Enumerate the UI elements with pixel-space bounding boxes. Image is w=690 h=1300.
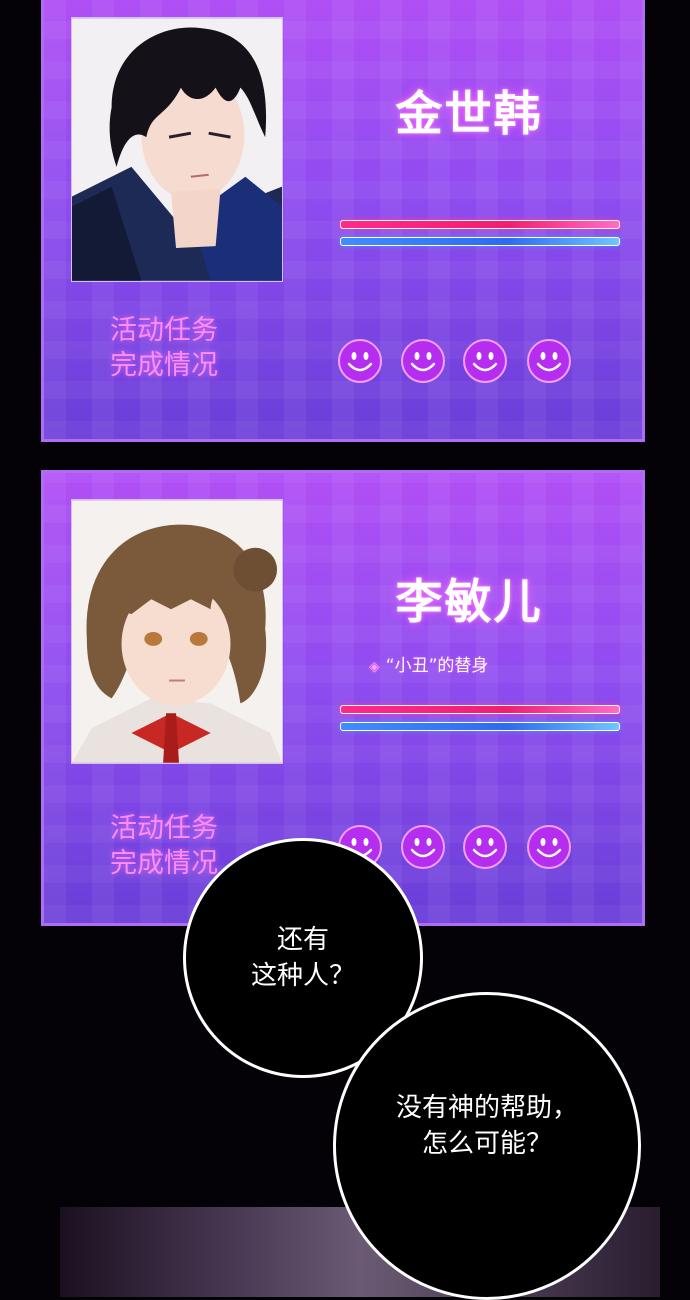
task-completion-label: 活动任务 完成情况 xyxy=(94,811,234,881)
task-smiley-row xyxy=(337,338,637,388)
smiley-icon xyxy=(462,824,508,870)
smiley-icon xyxy=(337,338,383,384)
character-name: 李敏儿 xyxy=(395,575,543,630)
character-subtitle: ◈ “小丑”的替身 xyxy=(369,651,488,676)
bubble-text-line: 这种人？ xyxy=(250,961,355,991)
character-portrait xyxy=(71,499,283,764)
subtitle-text: “小丑”的替身 xyxy=(385,656,489,676)
task-label-line2: 完成情况 xyxy=(110,350,218,381)
smiley-icon xyxy=(400,338,446,384)
bubble-text-line: 还有 xyxy=(276,925,329,955)
character-card-kim-sehan: 金世韩 活动任务 完成情况 xyxy=(41,0,645,442)
task-label-line1: 活动任务 xyxy=(110,813,218,844)
character-portrait xyxy=(71,17,283,282)
health-bar xyxy=(340,220,620,229)
bubble-text-line: 怎么可能？ xyxy=(421,1129,552,1159)
diamond-icon: ◈ xyxy=(369,659,380,675)
task-label-line1: 活动任务 xyxy=(110,315,218,346)
speech-bubble: 没有神的帮助， 怎么可能？ xyxy=(333,992,641,1300)
health-bar xyxy=(340,705,620,714)
character-name: 金世韩 xyxy=(395,87,543,142)
smiley-icon xyxy=(462,338,508,384)
task-label-line2: 完成情况 xyxy=(110,848,218,879)
smiley-icon xyxy=(526,824,572,870)
task-completion-label: 活动任务 完成情况 xyxy=(94,313,234,383)
task-smiley-row xyxy=(337,824,637,874)
boy-portrait-illustration xyxy=(72,18,282,281)
smiley-icon xyxy=(526,338,572,384)
mana-bar xyxy=(340,722,620,731)
mana-bar xyxy=(340,237,620,246)
girl-portrait-illustration xyxy=(72,500,282,763)
bubble-text-line: 没有神的帮助， xyxy=(395,1093,578,1123)
smiley-icon xyxy=(400,824,446,870)
